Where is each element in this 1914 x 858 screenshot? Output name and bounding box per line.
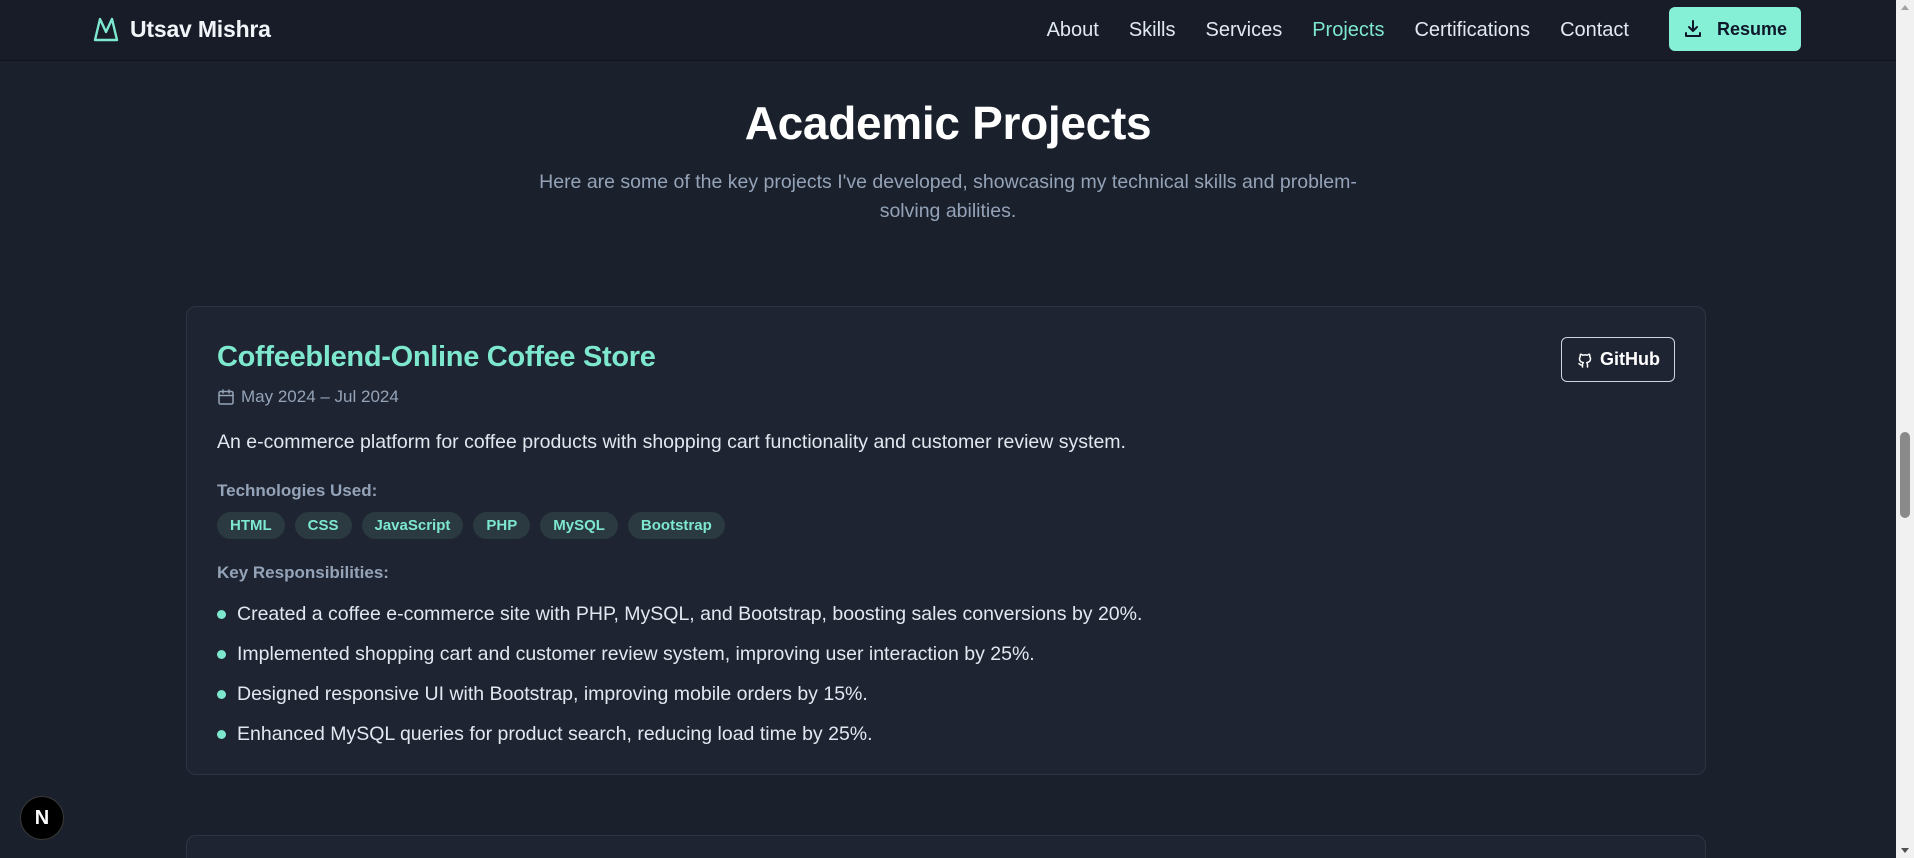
nav-link-contact[interactable]: Contact [1560, 19, 1629, 42]
responsibility-text: Implemented shopping cart and customer r… [237, 642, 1035, 665]
navbar: Utsav Mishra About Skills Services Proje… [0, 0, 1896, 60]
project-card: Coffeeblend-Online Coffee Store May 2024… [186, 306, 1706, 775]
tech-tag: Bootstrap [627, 512, 725, 539]
resume-label: Resume [1716, 18, 1788, 39]
github-button[interactable]: GitHub [1561, 337, 1675, 382]
nextjs-badge-icon[interactable]: N [20, 796, 64, 840]
tech-tag: JavaScript [361, 512, 464, 539]
download-icon [1684, 20, 1701, 37]
technology-tags: HTML CSS JavaScript PHP MySQL Bootstrap [217, 512, 725, 539]
tech-tag: MySQL [540, 512, 618, 539]
bullet-icon [217, 649, 226, 659]
scroll-up-arrow-icon[interactable] [1901, 5, 1909, 10]
responsibility-text: Enhanced MySQL queries for product searc… [237, 722, 873, 745]
nav-link-certifications[interactable]: Certifications [1414, 19, 1530, 42]
project-date: May 2024 – Jul 2024 [217, 387, 399, 407]
bullet-icon [217, 689, 226, 699]
brand-name: Utsav Mishra [130, 15, 271, 42]
tech-tag: CSS [294, 512, 352, 539]
brand[interactable]: Utsav Mishra [92, 14, 271, 44]
bullet-icon [217, 609, 226, 619]
resume-button[interactable]: Resume [1669, 7, 1801, 51]
nav-link-services[interactable]: Services [1206, 19, 1283, 42]
list-item: Designed responsive UI with Bootstrap, i… [217, 674, 1142, 714]
github-icon [1578, 353, 1592, 368]
page-subtitle: Here are some of the key projects I've d… [539, 171, 1357, 222]
responsibilities-list: Created a coffee e-commerce site with PH… [217, 594, 1142, 754]
mountain-logo-icon [93, 17, 119, 42]
badge-letter: N [34, 806, 50, 829]
nav-link-skills[interactable]: Skills [1129, 19, 1176, 42]
project-description: An e-commerce platform for coffee produc… [217, 431, 1126, 453]
project-title: Coffeeblend-Online Coffee Store [217, 341, 656, 373]
bullet-icon [217, 729, 226, 739]
tech-tag: PHP [473, 512, 531, 539]
scrollbar-thumb[interactable] [1900, 432, 1910, 518]
list-item: Enhanced MySQL queries for product searc… [217, 714, 1142, 754]
project-date-text: May 2024 – Jul 2024 [241, 387, 399, 406]
page-title: Academic Projects [744, 97, 1152, 149]
list-item: Created a coffee e-commerce site with PH… [217, 594, 1142, 634]
nav-link-projects[interactable]: Projects [1312, 19, 1384, 42]
list-item: Implemented shopping cart and customer r… [217, 634, 1142, 674]
responsibility-text: Designed responsive UI with Bootstrap, i… [237, 682, 868, 705]
nav-link-about[interactable]: About [1047, 19, 1099, 42]
nav-links: About Skills Services Projects Certifica… [1047, 0, 1629, 60]
tech-tag: HTML [217, 512, 285, 539]
project-card-next [186, 835, 1706, 858]
scrollbar[interactable] [1896, 0, 1914, 858]
responsibility-text: Created a coffee e-commerce site with PH… [237, 602, 1143, 625]
calendar-icon [218, 389, 234, 405]
responsibilities-label: Key Responsibilities: [217, 563, 389, 582]
github-label: GitHub [1600, 349, 1660, 369]
scroll-down-arrow-icon[interactable] [1901, 848, 1909, 853]
technologies-label: Technologies Used: [217, 481, 378, 500]
